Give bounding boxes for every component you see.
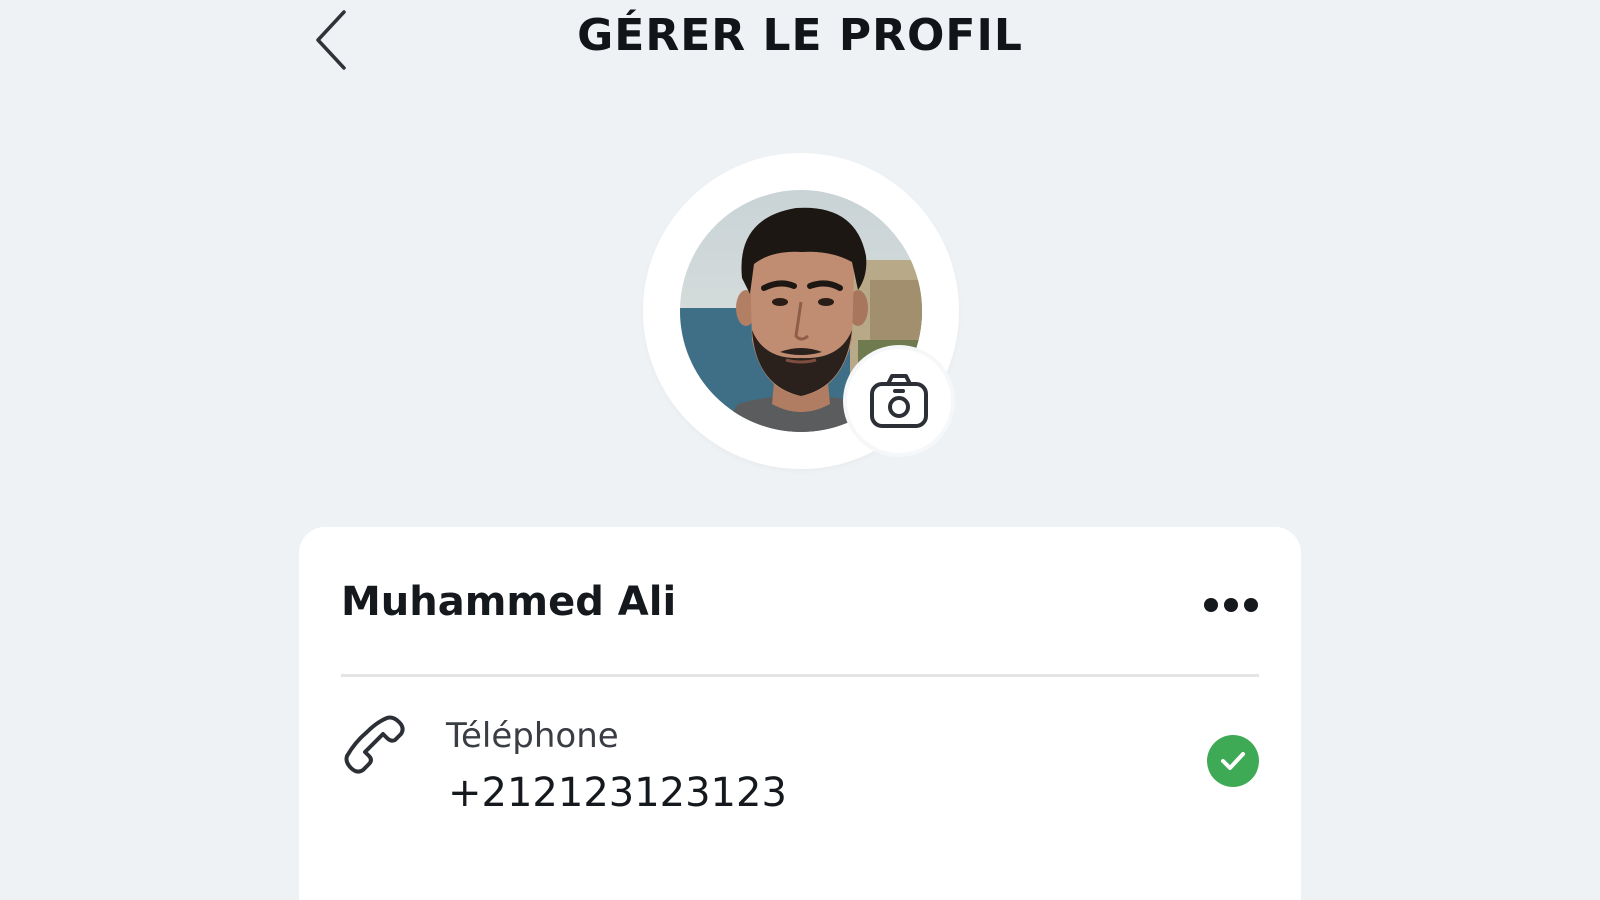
more-options-button[interactable]	[1201, 585, 1261, 625]
avatar-container	[643, 153, 959, 469]
camera-icon	[870, 374, 928, 428]
phone-label: Téléphone	[446, 716, 619, 756]
more-horizontal-icon	[1204, 598, 1258, 612]
change-photo-button[interactable]	[847, 349, 951, 453]
verified-badge	[1207, 735, 1259, 787]
phone-row[interactable]: Téléphone +21212312312​3	[341, 712, 1259, 822]
phone-value: +21212312312​3	[448, 770, 787, 816]
manage-profile-screen: GÉRER LE PROFIL Muhammed Ali Téléphone +…	[0, 0, 1600, 900]
phone-icon	[344, 715, 405, 774]
profile-card-header: Muhammed Ali	[341, 527, 1259, 677]
check-icon	[1221, 752, 1245, 770]
page-title: GÉRER LE PROFIL	[577, 10, 1023, 61]
profile-name: Muhammed Ali	[341, 579, 677, 625]
profile-card: Muhammed Ali Téléphone +21212312312​3	[299, 527, 1301, 900]
